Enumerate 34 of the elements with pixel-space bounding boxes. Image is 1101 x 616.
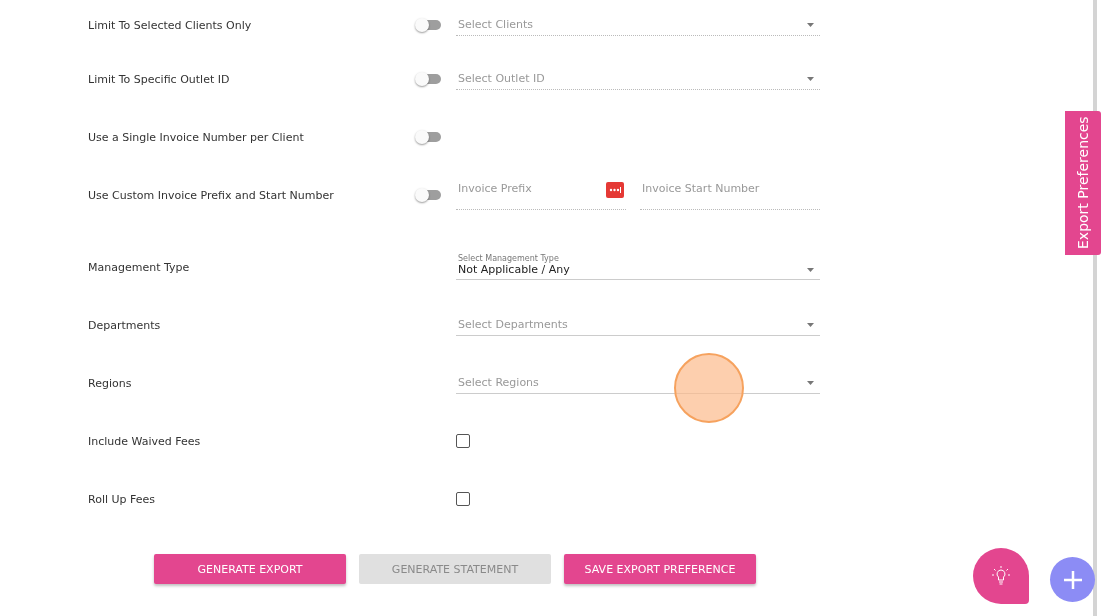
checkbox[interactable] [456, 434, 470, 448]
side-tab[interactable]: Export Preferences [1065, 111, 1101, 255]
add-button[interactable] [1050, 557, 1095, 602]
field-label: Use Custom Invoice Prefix and Start Number [88, 188, 335, 202]
field-label: Use a Single Invoice Number per Client [88, 130, 305, 144]
select-field[interactable]: Select Departments [456, 314, 820, 336]
field-label: Limit To Specific Outlet ID [88, 72, 231, 86]
toggle-switch[interactable] [415, 188, 441, 202]
select-field[interactable]: Select Outlet ID [456, 68, 820, 90]
caret-icon [807, 267, 814, 272]
caret-icon [807, 322, 814, 327]
caret-icon [807, 380, 814, 385]
select-field[interactable]: Select Clients [456, 14, 820, 36]
field-label: Limit To Selected Clients Only [88, 18, 253, 32]
field-label: Management Type [88, 260, 191, 274]
toggle-switch[interactable] [415, 18, 441, 32]
field-label: Regions [88, 376, 133, 390]
field-label: Departments [88, 318, 162, 332]
field-label: Include Waived Fees [88, 434, 202, 448]
plus-icon [1062, 569, 1083, 590]
action-button[interactable]: GENERATE EXPORT [154, 554, 346, 584]
caret-icon [807, 22, 814, 27]
toggle-switch[interactable] [415, 130, 441, 144]
caret-icon [807, 76, 814, 81]
field-label: Roll Up Fees [88, 492, 156, 506]
select-field[interactable]: Select Management Type Not Applicable / Any [456, 254, 820, 280]
tips-button[interactable] [973, 548, 1029, 604]
lightbulb-icon [992, 566, 1010, 586]
input-field[interactable]: Invoice Start Number [640, 180, 820, 210]
action-button[interactable]: SAVE EXPORT PREFERENCE [564, 554, 756, 584]
checkbox[interactable] [456, 492, 470, 506]
input-field[interactable]: Invoice Prefix [456, 180, 626, 210]
dots-icon[interactable] [606, 182, 624, 198]
toggle-switch[interactable] [415, 72, 441, 86]
